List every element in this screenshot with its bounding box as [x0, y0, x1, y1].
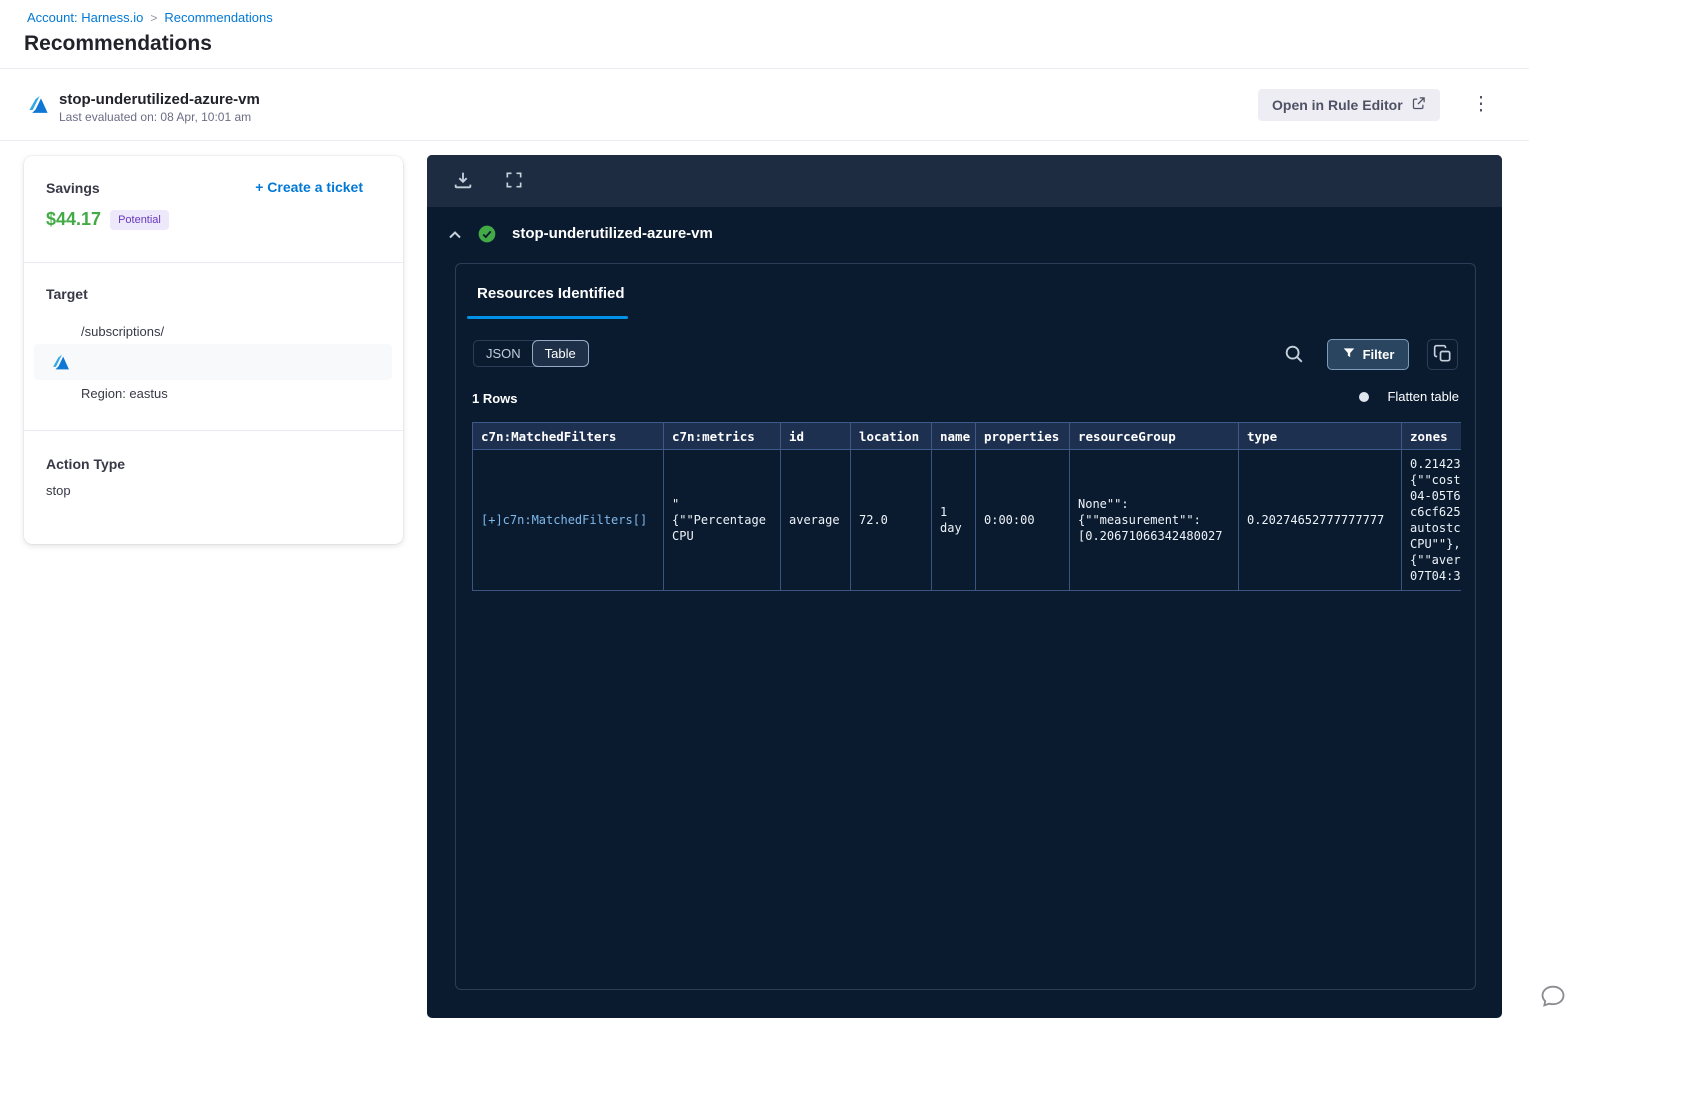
table-view-button[interactable]: Table	[532, 341, 588, 366]
column-header: id	[780, 422, 851, 450]
column-header: location	[850, 422, 932, 450]
breadcrumb-link-account[interactable]: Account: Harness.io	[27, 10, 143, 25]
resources-panel: Resources Identified JSON Table Filter 1…	[455, 263, 1476, 990]
filter-label: Filter	[1362, 347, 1395, 362]
check-circle-icon	[477, 224, 497, 244]
table-cell: None"": {""measurement"": [0.20671066342…	[1069, 449, 1239, 591]
target-path: /subscriptions/	[81, 324, 165, 339]
flatten-table-toggle[interactable]: Flatten table	[1359, 389, 1459, 404]
view-toggle: JSON Table	[473, 340, 589, 367]
table-cell: average	[780, 449, 851, 591]
table-cell: 0.21423 {""cost 04-05T6 c6cf625 autostc …	[1401, 449, 1461, 591]
divider	[24, 262, 403, 263]
azure-logo-icon	[27, 93, 50, 116]
column-header: properties	[975, 422, 1070, 450]
copy-button[interactable]	[1427, 339, 1458, 370]
table-cell: 0.20274652777777777	[1238, 449, 1402, 591]
toggle-knob-icon	[1359, 391, 1370, 402]
tab-active-indicator	[467, 316, 628, 319]
target-label: Target	[46, 286, 88, 302]
breadcrumb-link-recommendations[interactable]: Recommendations	[164, 10, 272, 25]
table-header-row: c7n:MatchedFilters c7n:metrics id locati…	[472, 422, 1461, 450]
filter-button[interactable]: Filter	[1327, 339, 1409, 370]
action-type-value: stop	[46, 483, 71, 498]
download-icon	[452, 172, 474, 194]
table-cell: 72.0	[850, 449, 932, 591]
column-header: type	[1238, 422, 1402, 450]
table-cell: 1 day	[931, 449, 976, 591]
savings-amount: $44.17	[46, 209, 102, 229]
open-rule-editor-button[interactable]: Open in Rule Editor	[1258, 89, 1440, 121]
column-header: name	[931, 422, 976, 450]
rule-subtitle: Last evaluated on: 08 Apr, 10:01 am	[59, 110, 252, 124]
panel-title-row: stop-underutilized-azure-vm	[427, 221, 1502, 249]
expand-button[interactable]	[502, 169, 526, 193]
divider	[24, 430, 403, 431]
chat-bubble-icon	[1539, 985, 1567, 1013]
data-table: c7n:MatchedFilters c7n:metrics id locati…	[472, 422, 1461, 591]
search-icon	[1283, 345, 1305, 368]
table-cell: " {""Percentage CPU	[663, 449, 781, 591]
column-header: zones	[1401, 422, 1461, 450]
divider	[0, 68, 1529, 69]
breadcrumb: Account: Harness.io > Recommendations	[27, 10, 273, 25]
rule-title: stop-underutilized-azure-vm	[59, 91, 260, 108]
target-region: Region: eastus	[81, 386, 168, 401]
flatten-table-label: Flatten table	[1387, 389, 1459, 404]
savings-label: Savings	[46, 180, 100, 196]
column-header: resourceGroup	[1069, 422, 1239, 450]
help-button[interactable]	[1538, 982, 1568, 1012]
savings-card: Savings + Create a ticket $44.17 Potenti…	[24, 156, 403, 544]
data-table-container: c7n:MatchedFilters c7n:metrics id locati…	[472, 422, 1461, 591]
panel-title: stop-underutilized-azure-vm	[512, 225, 713, 242]
create-ticket-button[interactable]: + Create a ticket	[255, 179, 363, 195]
download-button[interactable]	[451, 169, 475, 193]
tab-resources-identified[interactable]: Resources Identified	[477, 285, 625, 302]
potential-badge: Potential	[110, 209, 169, 230]
copy-icon	[1433, 344, 1453, 367]
column-header: c7n:metrics	[663, 422, 781, 450]
target-row-highlight	[34, 344, 392, 380]
external-link-icon	[1411, 96, 1426, 114]
kebab-menu-button[interactable]: ⋮	[1470, 91, 1492, 119]
matched-filters-expand-link[interactable]: [+]c7n:MatchedFilters[]	[472, 449, 664, 591]
rows-count: 1 Rows	[472, 391, 518, 406]
page-title: Recommendations	[24, 32, 212, 55]
results-panel: stop-underutilized-azure-vm Resources Id…	[427, 155, 1502, 1018]
column-header: c7n:MatchedFilters	[472, 422, 664, 450]
funnel-icon	[1342, 346, 1356, 363]
collapse-button[interactable]	[444, 225, 466, 247]
open-rule-editor-label: Open in Rule Editor	[1272, 97, 1403, 113]
divider	[0, 140, 1529, 141]
table-cell: 0:00:00	[975, 449, 1070, 591]
breadcrumb-separator: >	[150, 10, 158, 25]
expand-icon	[504, 172, 524, 193]
panel-toolbar	[427, 155, 1502, 207]
action-type-label: Action Type	[46, 456, 126, 472]
search-button[interactable]	[1282, 343, 1306, 367]
json-view-button[interactable]: JSON	[474, 341, 533, 366]
table-row: [+]c7n:MatchedFilters[] " {""Percentage …	[472, 449, 1461, 591]
chevron-up-icon	[445, 231, 465, 248]
azure-target-icon	[51, 352, 71, 372]
